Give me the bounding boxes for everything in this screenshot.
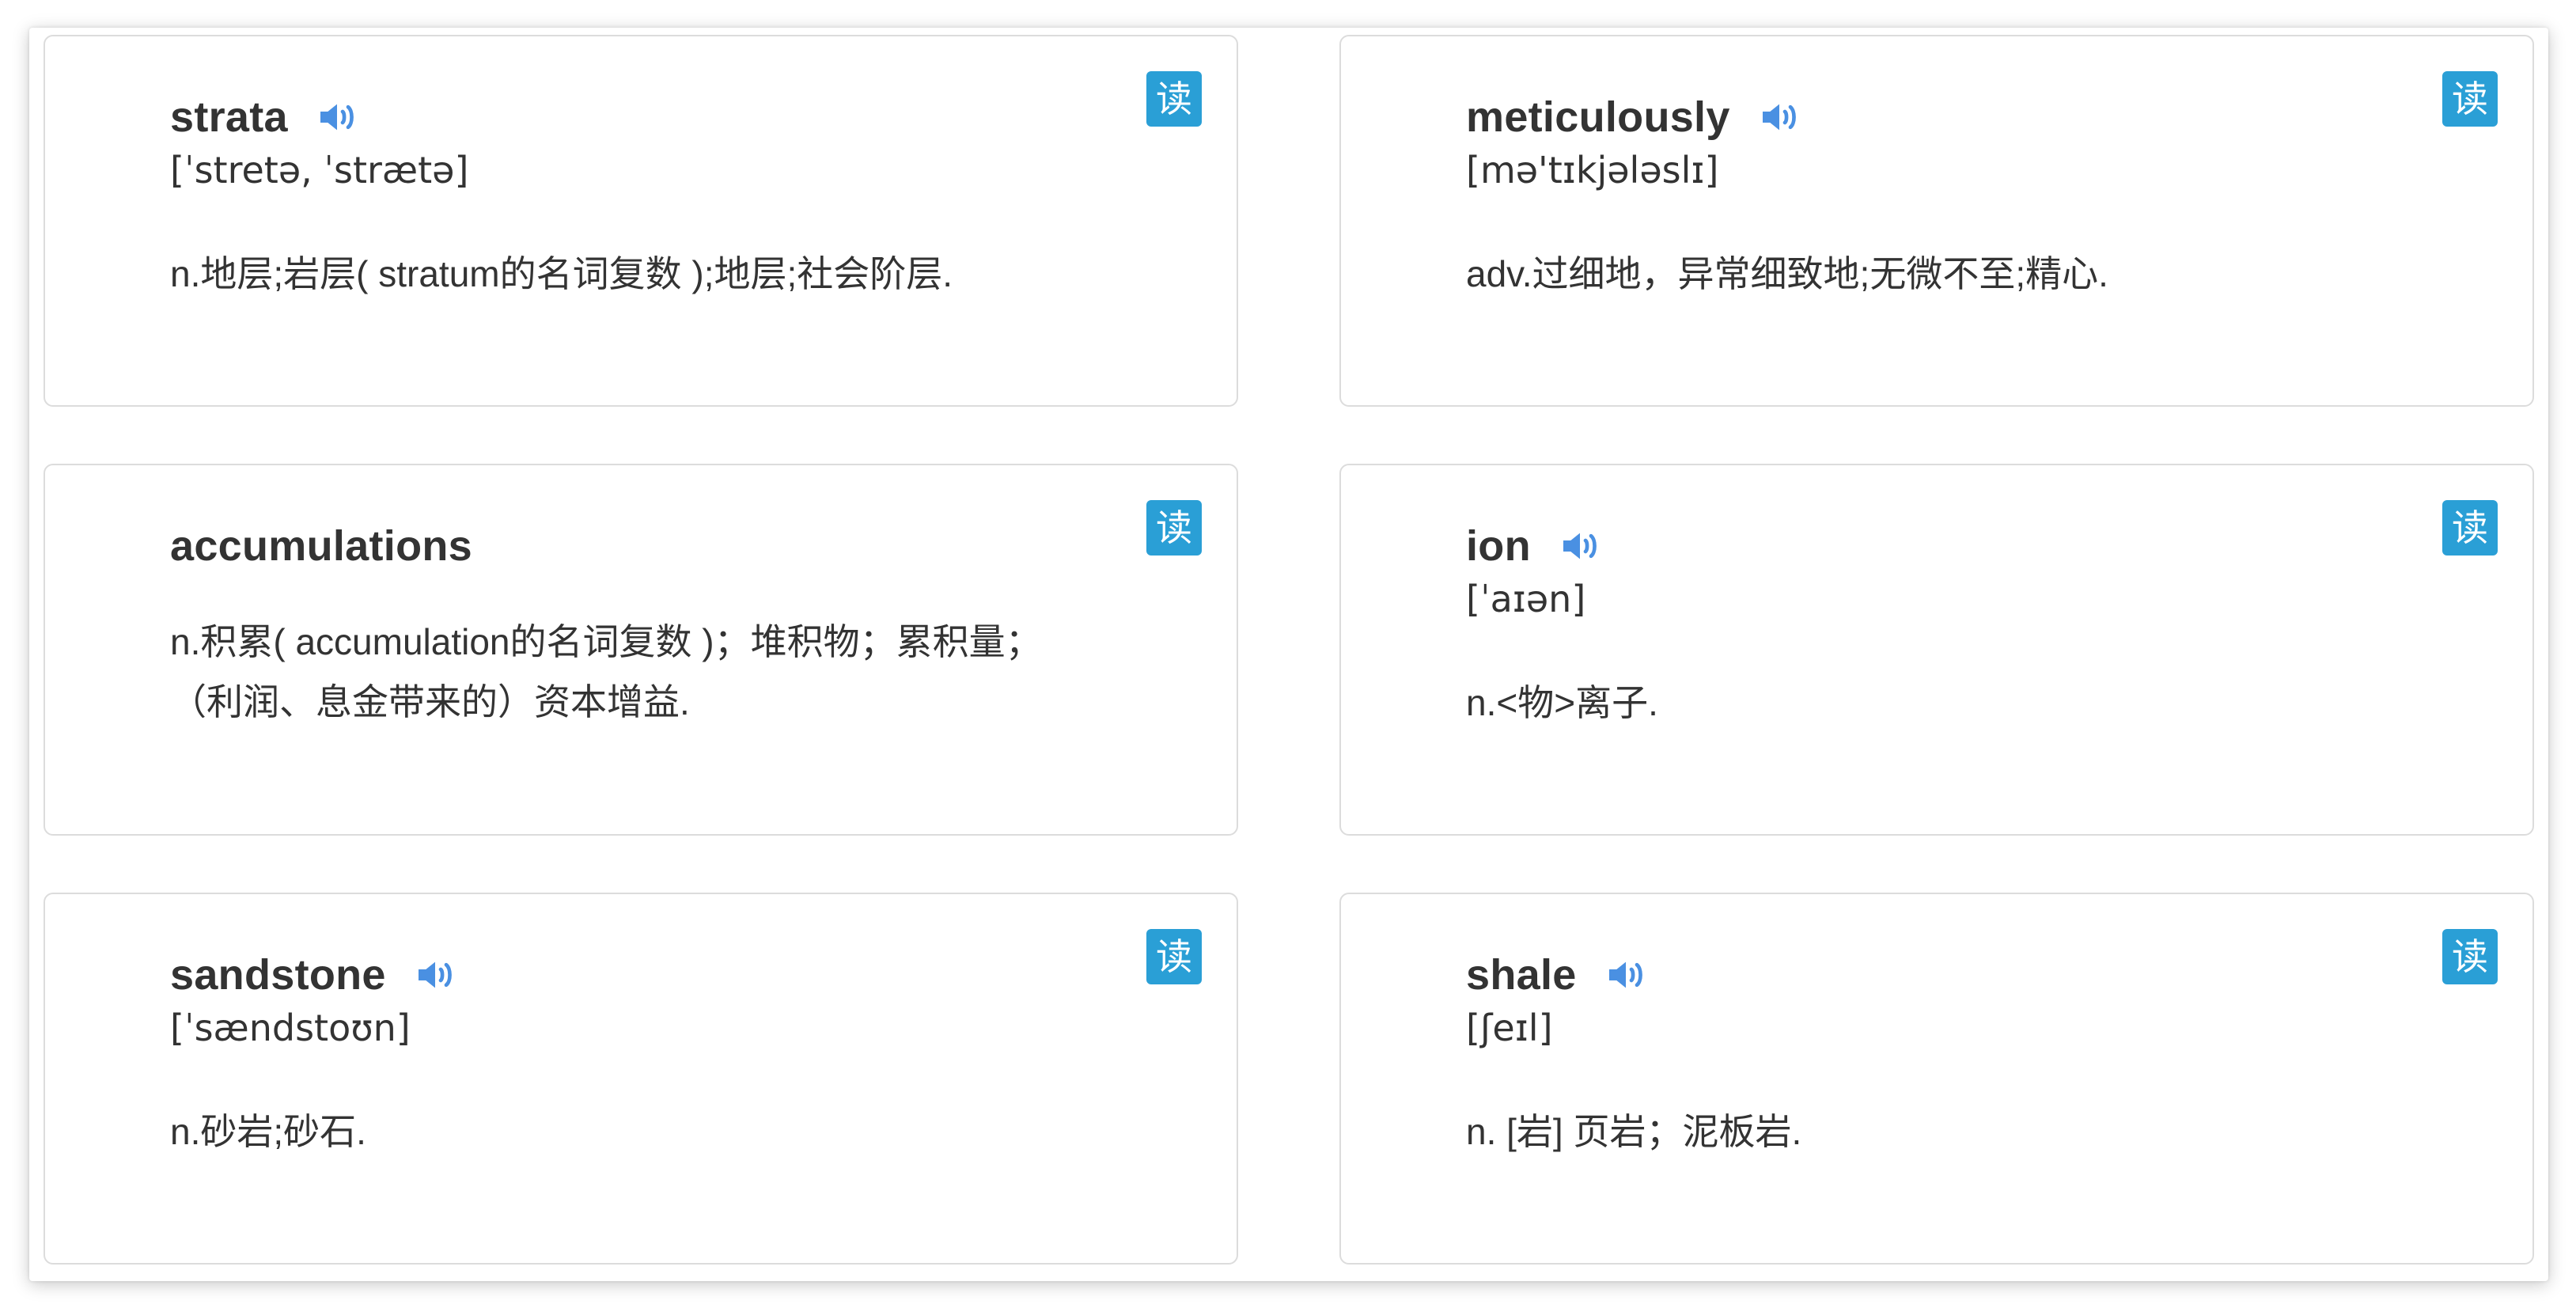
definition: n.<物>离子. (1466, 682, 1658, 723)
phonetic: [ˈaɪən] (1466, 578, 1586, 620)
word-list-panel: strata [ˈstretə, ˈstrætə] n.地层;岩层( strat… (29, 28, 2548, 1281)
definition: n.地层;岩层( stratum的名词复数 );地层;社会阶层. (170, 253, 953, 294)
read-button[interactable]: 读 (1146, 929, 1202, 984)
read-button[interactable]: 读 (1146, 500, 1202, 556)
word-title: meticulously (1466, 93, 1730, 141)
word-heading: meticulously (1466, 85, 1801, 149)
word-card-meticulously: meticulously [mə'tɪkjələslɪ] adv.过细地，异常细… (1339, 35, 2534, 407)
word-card-accumulations: accumulations n.积累( accumulation的名词复数 )；… (44, 464, 1238, 836)
word-card-shale: shale [ʃeɪl] n. [岩] 页岩；泥板岩. 读 (1339, 893, 2534, 1265)
speaker-icon[interactable] (1757, 95, 1801, 139)
word-card-sandstone: sandstone [ˈsændstoʊn] n.砂岩;砂石. 读 (44, 893, 1238, 1265)
speaker-icon[interactable] (1604, 953, 1648, 997)
word-title: ion (1466, 522, 1531, 570)
read-button[interactable]: 读 (2442, 71, 2498, 127)
definition: n. [岩] 页岩；泥板岩. (1466, 1111, 1802, 1152)
word-heading: sandstone (170, 943, 457, 1007)
word-heading: ion (1466, 514, 1602, 578)
speaker-icon[interactable] (1558, 524, 1602, 568)
read-button[interactable]: 读 (2442, 929, 2498, 984)
word-card-strata: strata [ˈstretə, ˈstrætə] n.地层;岩层( strat… (44, 35, 1238, 407)
word-title: accumulations (170, 522, 473, 570)
phonetic: [ˈstretə, ˈstrætə] (170, 149, 469, 191)
speaker-icon[interactable] (413, 953, 457, 997)
phonetic: [ˈsændstoʊn] (170, 1007, 411, 1049)
phonetic: [mə'tɪkjələslɪ] (1466, 149, 1719, 191)
read-button[interactable]: 读 (2442, 500, 2498, 556)
word-title: sandstone (170, 951, 386, 999)
speaker-icon[interactable] (315, 95, 359, 139)
read-button[interactable]: 读 (1146, 71, 1202, 127)
word-title: strata (170, 93, 288, 141)
word-card-ion: ion [ˈaɪən] n.<物>离子. 读 (1339, 464, 2534, 836)
word-heading: strata (170, 85, 359, 149)
phonetic: [ʃeɪl] (1466, 1007, 1553, 1049)
definition: adv.过细地，异常细致地;无微不至;精心. (1466, 253, 2108, 294)
definition: n.积累( accumulation的名词复数 )；堆积物；累积量；（利润、息金… (170, 621, 1042, 722)
word-heading: shale (1466, 943, 1648, 1007)
word-title: shale (1466, 951, 1577, 999)
definition: n.砂岩;砂石. (170, 1111, 366, 1152)
word-heading: accumulations (170, 514, 472, 578)
